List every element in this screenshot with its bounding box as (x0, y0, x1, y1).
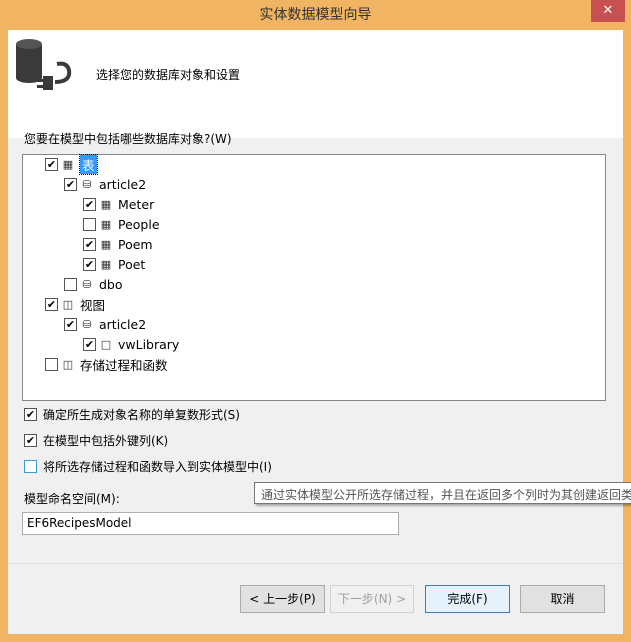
tree-node-label: Poem (118, 236, 153, 252)
tree-node[interactable]: ✔ ▦ Meter (83, 195, 154, 213)
checkbox[interactable]: ✔ (64, 317, 77, 331)
cancel-button[interactable]: 取消 (520, 585, 605, 613)
checkbox[interactable]: ✔ (24, 434, 37, 447)
database-plug-icon (16, 39, 72, 90)
option-label: 确定所生成对象名称的单复数形式(S) (43, 408, 240, 422)
procedures-icon: ◫ (62, 357, 74, 371)
option-label: 在模型中包括外键列(K) (43, 434, 169, 448)
table-icon: ▦ (100, 217, 112, 231)
option-label: 将所选存储过程和函数导入到实体模型中(I) (43, 460, 272, 474)
tree-node[interactable]: ◫ 存储过程和函数 (45, 355, 168, 373)
tree-node[interactable]: ✔ ◫ 视图 (45, 295, 105, 313)
checkbox[interactable]: ✔ (83, 337, 96, 351)
table-icon: ▦ (100, 257, 112, 271)
checkbox[interactable]: ✔ (45, 157, 58, 171)
namespace-label: 模型命名空间(M): (24, 492, 120, 506)
tree-node-label: 表 (79, 153, 98, 175)
tree-node-label: article2 (99, 176, 147, 192)
tree-node[interactable]: ⛁ dbo (64, 275, 123, 293)
namespace-input[interactable]: EF6RecipesModel (22, 512, 399, 535)
checkbox[interactable]: ✔ (24, 408, 37, 421)
tree-node-label: article2 (99, 316, 147, 332)
tree-node-label: dbo (99, 276, 123, 292)
tree-node[interactable]: ✔ □ vwLibrary (83, 335, 179, 353)
schema-icon: ⛁ (82, 177, 92, 191)
tree-node-label: 视图 (80, 297, 106, 313)
database-objects-tree[interactable]: ✔ ▦ 表 ✔ ⛁ article2 ✔ ▦ Meter ▦ People ✔ ▦ Poem ✔ ▦ Poet ⛁… (22, 153, 606, 401)
tree-node[interactable]: ✔ ⛁ article2 (64, 315, 146, 333)
option-checkbox[interactable]: ✔ 确定所生成对象名称的单复数形式(S) (24, 406, 240, 423)
tree-node-label: 存储过程和函数 (80, 357, 168, 373)
checkbox[interactable]: ✔ (45, 297, 58, 311)
option-checkbox[interactable]: 将所选存储过程和函数导入到实体模型中(I) (24, 458, 272, 475)
table-icon: ▦ (100, 197, 112, 211)
checkbox[interactable]: ✔ (83, 197, 96, 211)
tree-node-label: People (118, 216, 160, 232)
header-title: 选择您的数据库对象和设置 (96, 68, 241, 82)
schema-icon: ⛁ (82, 277, 92, 291)
option-checkbox[interactable]: ✔ 在模型中包括外键列(K) (24, 432, 168, 449)
back-button[interactable]: < 上一步(P) (240, 585, 325, 613)
tree-node-label: Poet (118, 256, 146, 272)
checkbox[interactable]: ✔ (83, 237, 96, 251)
checkbox[interactable] (24, 460, 37, 473)
close-button[interactable]: ✕ (591, 0, 625, 22)
tree-node-label: vwLibrary (118, 336, 180, 352)
checkbox[interactable] (83, 217, 96, 231)
views-icon: ◫ (62, 297, 74, 311)
tree-label: 您要在模型中包括哪些数据库对象?(W) (24, 132, 232, 146)
schema-icon: ⛁ (82, 317, 92, 331)
tree-node[interactable]: ✔ ▦ Poet (83, 255, 145, 273)
tree-node[interactable]: ▦ People (83, 215, 160, 233)
tree-node[interactable]: ✔ ▦ 表 (45, 153, 98, 175)
finish-button[interactable]: 完成(F) (425, 585, 510, 613)
checkbox[interactable]: ✔ (64, 177, 77, 191)
wizard-header: 选择您的数据库对象和设置 (8, 30, 623, 138)
tooltip: 通过实体模型公开所选存储过程，并且在返回多个列时为其创建返回类 (254, 482, 631, 504)
next-button[interactable]: 下一步(N) > (330, 585, 414, 613)
tables-icon: ▦ (62, 157, 74, 171)
close-icon: ✕ (602, 3, 614, 18)
checkbox[interactable] (64, 277, 77, 291)
title-bar: 实体数据模型向导 (259, 7, 372, 23)
checkbox[interactable] (45, 357, 58, 371)
tree-node[interactable]: ✔ ▦ Poem (83, 235, 153, 253)
wizard-client: 选择您的数据库对象和设置 您要在模型中包括哪些数据库对象?(W) ✔ ▦ 表 ✔ ⛁ ar… (8, 30, 631, 634)
checkbox[interactable]: ✔ (83, 257, 96, 271)
tree-node-label: Meter (118, 196, 155, 212)
tree-node[interactable]: ✔ ⛁ article2 (64, 175, 146, 193)
divider (8, 563, 623, 564)
view-icon: □ (100, 337, 112, 351)
table-icon: ▦ (100, 237, 112, 251)
